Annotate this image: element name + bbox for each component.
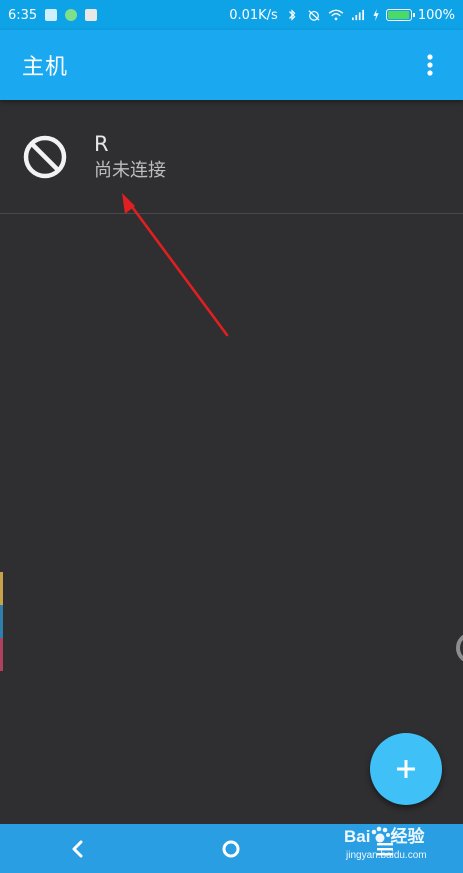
page-title: 主机 — [22, 55, 69, 80]
paw-icon — [372, 826, 391, 843]
bluetooth-icon — [288, 9, 296, 21]
screen: 6:35 0.01K/s 100% 主机 R 尚未连接 Bai 经验 jingy… — [0, 0, 463, 873]
plus-icon — [397, 760, 415, 778]
host-list: R 尚未连接 — [0, 100, 463, 214]
app-bar: 主机 — [0, 30, 463, 100]
host-name: R — [94, 131, 109, 156]
home-circle-icon — [222, 840, 240, 857]
battery-icon — [385, 9, 415, 21]
battery-percent: 100% — [417, 7, 455, 23]
notification-image-icon — [85, 9, 98, 21]
edge-color-strip — [0, 572, 3, 672]
notification-android-icon — [65, 9, 78, 21]
host-status: 尚未连接 — [94, 159, 166, 181]
watermark-brand: Bai 经验 — [344, 822, 424, 847]
wifi-icon — [328, 9, 344, 21]
add-host-button[interactable] — [370, 733, 442, 805]
baidu-watermark: Bai 经验 jingyan.baidu.com — [340, 818, 460, 870]
battery-fill — [387, 11, 409, 19]
floating-handle-icon[interactable] — [452, 628, 463, 668]
not-connected-icon — [23, 135, 67, 178]
status-time: 6:35 — [8, 7, 38, 23]
overflow-menu-button[interactable] — [419, 51, 441, 79]
watermark-url: jingyan.baidu.com — [346, 850, 427, 861]
host-icon-container — [22, 134, 68, 180]
back-chevron-icon — [72, 840, 83, 857]
more-vert-icon — [427, 54, 433, 76]
status-bar: 6:35 0.01K/s 100% — [0, 0, 463, 30]
network-speed: 0.01K/s — [229, 7, 278, 23]
watermark-suffix: 经验 — [390, 827, 425, 846]
alarm-off-icon — [308, 10, 320, 21]
watermark-brand-text: Bai — [344, 827, 371, 846]
home-button[interactable] — [201, 824, 261, 873]
host-texts: R 尚未连接 — [94, 131, 166, 183]
signal-icon — [351, 9, 364, 21]
status-left: 6:35 — [8, 7, 98, 23]
status-right: 0.01K/s 100% — [229, 8, 455, 23]
back-button[interactable] — [47, 824, 107, 873]
charging-icon — [373, 9, 379, 21]
list-item[interactable]: R 尚未连接 — [0, 100, 463, 214]
notification-app-icon — [45, 9, 58, 21]
